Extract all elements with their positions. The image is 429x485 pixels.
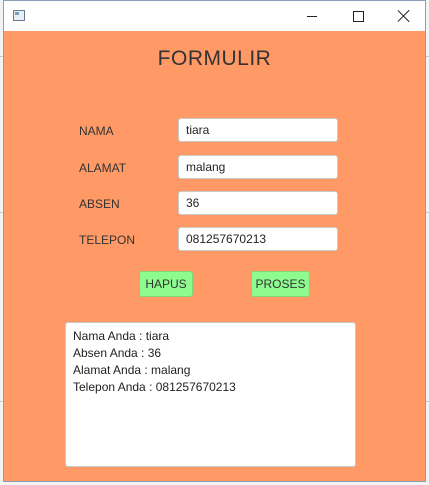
minimize-icon	[307, 15, 317, 17]
app-window: FORMULIR NAMA tiara ALAMAT malang ABSEN …	[3, 0, 426, 482]
nama-label: NAMA	[79, 124, 114, 138]
maximize-icon	[352, 10, 364, 22]
proses-button[interactable]: PROSES	[251, 271, 310, 297]
title-bar[interactable]	[4, 1, 425, 31]
close-button[interactable]	[381, 1, 427, 31]
hapus-button[interactable]: HAPUS	[139, 271, 193, 297]
absen-input[interactable]: 36	[178, 191, 338, 215]
telepon-label: TELEPON	[79, 233, 136, 247]
app-icon	[13, 10, 25, 21]
maximize-button[interactable]	[335, 1, 381, 31]
output-line-alamat: Alamat Anda : malang	[73, 363, 191, 377]
output-line-absen: Absen Anda : 36	[73, 346, 162, 360]
absen-label: ABSEN	[79, 197, 120, 211]
output-line-telepon: Telepon Anda : 081257670213	[73, 380, 236, 394]
close-icon	[398, 10, 410, 22]
output-line-nama: Nama Anda : tiara	[73, 329, 170, 343]
alamat-input[interactable]: malang	[178, 155, 338, 179]
telepon-input[interactable]: 081257670213	[178, 227, 338, 251]
nama-input[interactable]: tiara	[178, 118, 338, 142]
minimize-button[interactable]	[289, 1, 335, 31]
form-title: FORMULIR	[157, 47, 272, 70]
alamat-label: ALAMAT	[79, 161, 127, 175]
output-textarea[interactable]: Nama Anda : tiara Absen Anda : 36 Alamat…	[65, 322, 356, 467]
